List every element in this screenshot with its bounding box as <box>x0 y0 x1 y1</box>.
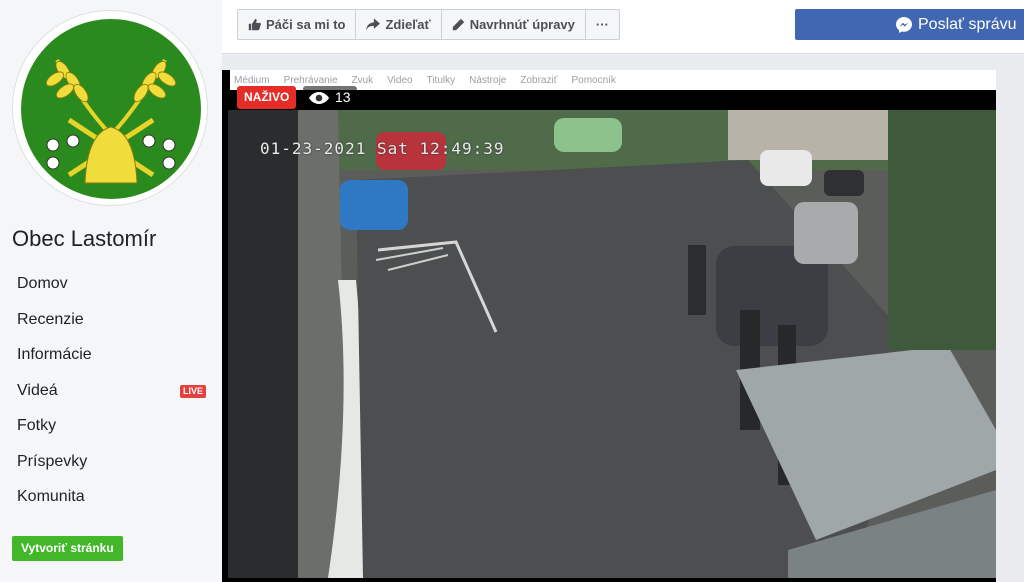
live-video-frame[interactable] <box>228 110 996 578</box>
menu-tools[interactable]: Nástroje <box>469 75 506 86</box>
menu-media[interactable]: Médium <box>234 75 270 86</box>
sidebar-nav: Domov Recenzie Informácie Videá LIVE Fot… <box>0 266 222 515</box>
viewer-counter: 13 <box>303 86 357 109</box>
menu-audio[interactable]: Zvuk <box>352 75 374 86</box>
viewer-count: 13 <box>335 89 351 105</box>
sidebar-item-label: Videá <box>17 381 58 399</box>
sidebar-item-home[interactable]: Domov <box>0 266 222 302</box>
pencil-icon <box>452 18 464 31</box>
messenger-icon <box>896 16 912 33</box>
like-label: Páči sa mi to <box>266 17 346 32</box>
page-action-bar: Páči sa mi to Zdieľať Navrhnúť úpravy ··… <box>222 0 1024 54</box>
menu-subtitles[interactable]: Titulky <box>427 75 456 86</box>
page-sidebar: Obec Lastomír Domov Recenzie Informácie … <box>0 0 222 582</box>
sidebar-item-videos[interactable]: Videá LIVE <box>0 373 222 409</box>
page-title[interactable]: Obec Lastomír <box>12 226 156 252</box>
action-group: Páči sa mi to Zdieľať Navrhnúť úpravy ··… <box>237 9 620 40</box>
suggest-edits-button[interactable]: Navrhnúť úpravy <box>442 10 586 39</box>
live-badge: LIVE <box>179 384 206 398</box>
more-options-button[interactable]: ··· <box>586 10 619 39</box>
sidebar-item-posts[interactable]: Príspevky <box>0 444 222 480</box>
sidebar-item-reviews[interactable]: Recenzie <box>0 302 222 338</box>
more-icon: ··· <box>595 17 609 32</box>
share-label: Zdieľať <box>385 17 431 32</box>
thumbs-up-icon <box>248 18 261 31</box>
menu-view[interactable]: Zobraziť <box>520 75 557 86</box>
live-indicator: NAŽIVO <box>237 86 297 109</box>
sidebar-item-about[interactable]: Informácie <box>0 337 222 373</box>
share-icon <box>366 18 381 31</box>
menu-help[interactable]: Pomocník <box>571 75 615 86</box>
camera-timestamp: 01-23-2021 Sat 12:49:39 <box>260 139 505 158</box>
cctv-scene-image <box>228 110 996 578</box>
sidebar-item-photos[interactable]: Fotky <box>0 408 222 444</box>
suggest-edits-label: Navrhnúť úpravy <box>469 17 575 32</box>
eye-icon <box>309 91 329 104</box>
create-page-button[interactable]: Vytvoriť stránku <box>12 536 123 561</box>
send-message-label: Poslať správu <box>918 15 1017 33</box>
menu-video[interactable]: Video <box>387 75 412 86</box>
like-button[interactable]: Páči sa mi to <box>238 10 357 39</box>
send-message-button[interactable]: Poslať správu <box>795 9 1024 40</box>
page-avatar[interactable] <box>12 10 208 206</box>
menu-playback[interactable]: Prehrávanie <box>284 75 338 86</box>
share-button[interactable]: Zdieľať <box>356 10 442 39</box>
page-right-margin <box>996 55 1024 582</box>
coat-of-arms-logo <box>21 19 201 199</box>
sidebar-item-community[interactable]: Komunita <box>0 479 222 515</box>
